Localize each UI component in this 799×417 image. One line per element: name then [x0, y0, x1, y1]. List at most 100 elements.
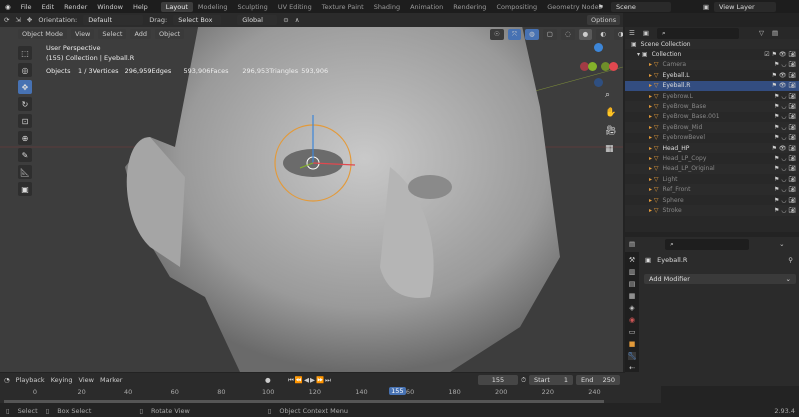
- outliner-item[interactable]: ▸ ▽ EyeBrow_Mid ⚑ ◡ 📷︎: [625, 122, 799, 133]
- add-modifier-dropdown[interactable]: Add Modifier ⌄: [644, 274, 796, 284]
- z-axis-icon[interactable]: [594, 43, 603, 52]
- visibility-toggles[interactable]: ⚑ ◡ 📷︎: [774, 103, 796, 110]
- add-cube-icon[interactable]: ▣: [18, 182, 32, 196]
- visibility-toggles[interactable]: ⚑ ◡ 📷︎: [774, 124, 796, 131]
- world-tab-icon[interactable]: ◉: [629, 316, 635, 324]
- view-layer-field[interactable]: View Layer: [714, 1, 776, 12]
- workspace-tab[interactable]: Layout: [160, 1, 193, 12]
- outliner-item[interactable]: ▸ ▽ Head_LP_Original ⚑ ◡ 📷︎: [625, 163, 799, 175]
- view-menu[interactable]: View: [70, 28, 95, 39]
- editor-type-clock-icon[interactable]: ◔: [4, 376, 10, 384]
- measure-icon[interactable]: 📐︎: [18, 165, 32, 179]
- rotate-icon[interactable]: ↻: [18, 97, 32, 111]
- transform-icon[interactable]: ⊕: [18, 131, 32, 145]
- outliner-item[interactable]: ▸ ▽ EyeBrow_Base ⚑ ◡ 📷︎: [625, 101, 799, 112]
- playback-menu[interactable]: Playback: [16, 376, 45, 384]
- scene-tab-icon[interactable]: ◈: [629, 304, 634, 312]
- view-layer-tab-icon[interactable]: ▦: [629, 292, 636, 300]
- move-icon[interactable]: ✥: [18, 80, 32, 94]
- visibility-toggles[interactable]: ⚑ ◡ 📷︎: [774, 207, 796, 214]
- select-menu[interactable]: Select: [98, 28, 127, 39]
- view-layer-icon[interactable]: ▣: [703, 3, 709, 11]
- particles-tab-icon[interactable]: ⇠: [629, 364, 635, 372]
- workspace-tab[interactable]: Animation: [405, 2, 448, 12]
- orientation-dropdown[interactable]: Default: [83, 15, 144, 25]
- proportional-edit-icon[interactable]: ∧: [295, 16, 300, 24]
- filter-view-icon[interactable]: ▣: [643, 29, 649, 37]
- ortho-grid-icon[interactable]: ▦: [605, 144, 616, 154]
- keying-menu[interactable]: Keying: [51, 376, 73, 384]
- workspace-tab[interactable]: Modeling: [193, 2, 233, 12]
- modifier-tab-icon[interactable]: 🔧︎: [627, 352, 637, 360]
- collection-tab-icon[interactable]: ▭: [629, 328, 636, 336]
- tool-icon[interactable]: ⟳: [4, 16, 9, 24]
- visibility-toggles[interactable]: ⚑ 👁︎ 📷︎: [772, 145, 796, 152]
- properties-search-input[interactable]: ⌕: [665, 238, 750, 250]
- wireframe-shading-icon[interactable]: ◌: [560, 29, 575, 40]
- blender-logo-icon[interactable]: ◉: [0, 3, 16, 11]
- timeline-scrollbar[interactable]: [4, 400, 604, 403]
- stopwatch-icon[interactable]: ⏱: [521, 376, 526, 385]
- drag-dropdown[interactable]: Select Box: [173, 15, 222, 25]
- render-tab-icon[interactable]: ▥: [629, 268, 636, 276]
- workspace-tab[interactable]: Shading: [369, 2, 405, 12]
- neg-z-axis-icon[interactable]: [594, 78, 603, 87]
- snap-icon[interactable]: ⊙: [283, 16, 288, 24]
- outliner-item[interactable]: ▸ ▽ Head_LP_Copy ⚑ ◡ 📷︎: [625, 153, 799, 163]
- visibility-toggles[interactable]: ⚑ ◡ 📷︎: [774, 197, 796, 204]
- add-menu[interactable]: Add: [130, 28, 152, 39]
- visibility-toggles[interactable]: ⚑ ◡ 📷︎: [774, 176, 796, 183]
- annotate-icon[interactable]: ✎: [18, 148, 32, 162]
- transform-pivot-icon[interactable]: ⇲: [15, 16, 20, 24]
- pan-hand-icon[interactable]: ✋: [605, 108, 616, 118]
- visibility-toggles[interactable]: ⚑ 👁︎ 📷︎: [772, 72, 796, 79]
- object-menu[interactable]: Object: [155, 28, 185, 39]
- object-mode-dropdown[interactable]: Object Mode: [18, 28, 67, 39]
- menu-window[interactable]: Window: [92, 3, 128, 11]
- visibility-toggles[interactable]: ⚑ ◡ 📷︎: [774, 134, 796, 141]
- filter-icon[interactable]: ▽: [759, 29, 764, 37]
- editor-type-icon[interactable]: ▤: [629, 240, 635, 248]
- material-shading-icon[interactable]: ◐: [596, 29, 610, 40]
- rendered-shading-icon[interactable]: ◑: [613, 29, 623, 40]
- visibility-toggles[interactable]: ⚑ ◡ 📷︎: [774, 113, 796, 120]
- playhead[interactable]: 155: [389, 387, 406, 395]
- visibility-toggles[interactable]: ⚑ ◡ 📷︎: [774, 93, 796, 100]
- 3d-viewport[interactable]: Object Mode View Select Add Object ☉ ⤧ ◍…: [0, 27, 623, 372]
- outliner-item[interactable]: ▸ ▽ Sphere ⚑ ◡ 📷︎: [625, 195, 799, 205]
- workspace-tab[interactable]: Compositing: [491, 2, 542, 12]
- visibility-toggles[interactable]: ⚑ ◡ 📷︎: [774, 61, 796, 68]
- visibility-icon[interactable]: ☉: [490, 29, 504, 40]
- overlay-toggle-icon[interactable]: ◍: [525, 29, 539, 40]
- visibility-toggles[interactable]: ⚑ ◡ 📷︎: [774, 165, 796, 172]
- xray-icon[interactable]: ▢: [542, 29, 557, 40]
- outliner-item[interactable]: ▸ ▽ Head_HP ⚑ 👁︎ 📷︎: [625, 142, 799, 154]
- outliner-item[interactable]: ▸ ▽ Light ⚑ ◡ 📷︎: [625, 174, 799, 184]
- menu-edit[interactable]: Edit: [37, 3, 60, 11]
- visibility-toggles[interactable]: ⚑ 👁︎ 📷︎: [772, 82, 796, 89]
- outliner-item[interactable]: ▸ ▽ EyebrowBevel ⚑ ◡ 📷︎: [625, 133, 799, 143]
- menu-file[interactable]: File: [16, 3, 37, 11]
- record-button[interactable]: ●: [265, 376, 271, 384]
- visibility-toggles[interactable]: ⚑ ◡ 📷︎: [774, 155, 796, 162]
- outliner-item[interactable]: ▸ ▽ Eyeball.R ⚑ 👁︎ 📷︎: [625, 80, 799, 91]
- outliner-item[interactable]: ▸ ▽ Eyeball.L ⚑ 👁︎ 📷︎: [625, 70, 799, 80]
- playback-controls[interactable]: ⏮⏪◀▶⏩⏭: [288, 376, 332, 385]
- outliner-item[interactable]: ▸ ▽ Eyebrow.L ⚑ ◡ 📷︎: [625, 91, 799, 101]
- navigation-gizmo[interactable]: [578, 41, 620, 87]
- display-mode-icon[interactable]: ☰: [629, 29, 635, 37]
- scene-field[interactable]: Scene: [611, 1, 671, 12]
- menu-help[interactable]: Help: [128, 3, 153, 11]
- options-button[interactable]: Options: [587, 15, 621, 25]
- workspace-tab[interactable]: Texture Paint: [317, 2, 369, 12]
- current-frame-field[interactable]: 155: [478, 375, 518, 385]
- output-tab-icon[interactable]: ▤: [629, 280, 636, 288]
- pin-options-icon[interactable]: ⌄: [779, 240, 784, 248]
- cursor-icon[interactable]: ◎: [18, 63, 32, 77]
- pin-icon[interactable]: ⚲: [788, 256, 793, 264]
- tool-tab-icon[interactable]: ⚒: [629, 256, 635, 264]
- gizmo-toggle-icon[interactable]: ⤧: [507, 29, 522, 40]
- row-toggles[interactable]: ☑ ⚑ 👁︎ 📷︎: [764, 51, 796, 58]
- end-frame-field[interactable]: End 250: [576, 375, 620, 385]
- workspace-tab[interactable]: Sculpting: [232, 2, 272, 12]
